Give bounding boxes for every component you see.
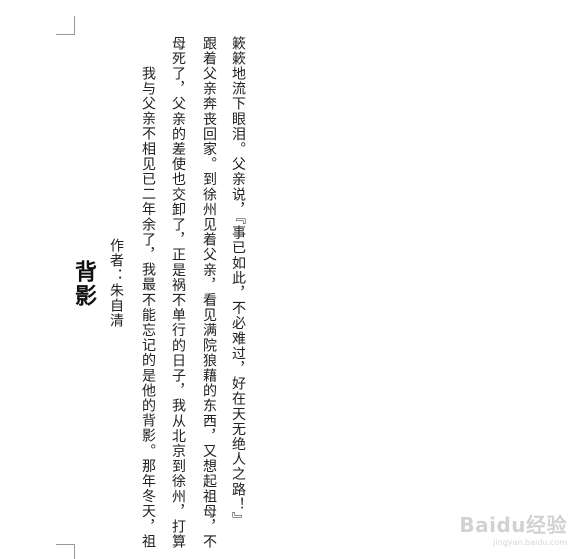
crop-mark-top-left [56,34,74,35]
author-line: 作者：朱自清 [108,238,124,328]
baidu-watermark: Baidu经验 jingyan.baidu.com [459,509,567,547]
text-column-4: 我与父亲不相见已二年余了，我最不能忘记的是他的背影。那年冬天，祖 [140,66,156,550]
watermark-brand: Baidu经验 [459,513,567,537]
crop-mark-bottom-left [74,544,75,559]
page-title: 背影 [71,260,96,308]
watermark-url: jingyan.baidu.com [493,538,567,547]
document-page: 簌簌地流下眼泪。父亲说，『事已如此，不必难过，好在天无绝人之路！』 跟着父亲奔丧… [0,0,581,559]
crop-mark-bottom-left [56,544,74,545]
text-column-2: 跟着父亲奔丧回家。到徐州见着父亲，看见满院狼藉的东西，又想起祖母，不 [201,36,217,550]
text-column-3: 母死了，父亲的差使也交卸了，正是祸不单行的日子，我从北京到徐州，打算 [170,36,186,550]
text-column-1: 簌簌地流下眼泪。父亲说，『事已如此，不必难过，好在天无绝人之路！』 [230,36,246,528]
crop-mark-top-left [74,16,75,35]
